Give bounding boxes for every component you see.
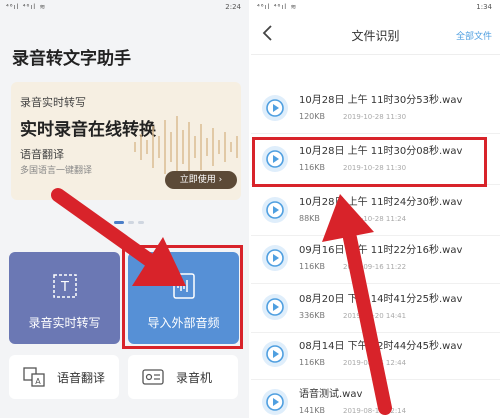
app-home-screen: ⁴⁶ıl ⁴⁶ıl ≋ 2:24 录音转文字助手 录音实时转写 实时录音在线转换… (0, 0, 249, 418)
red-arrow-annotation (51, 188, 186, 286)
red-arrow-annotation (322, 194, 392, 415)
file-recognition-screen: ⁴⁶ıl ⁴⁶ıl ≋ 1:34 文件识别 全部文件 10月28日 上午 11时… (251, 0, 500, 418)
